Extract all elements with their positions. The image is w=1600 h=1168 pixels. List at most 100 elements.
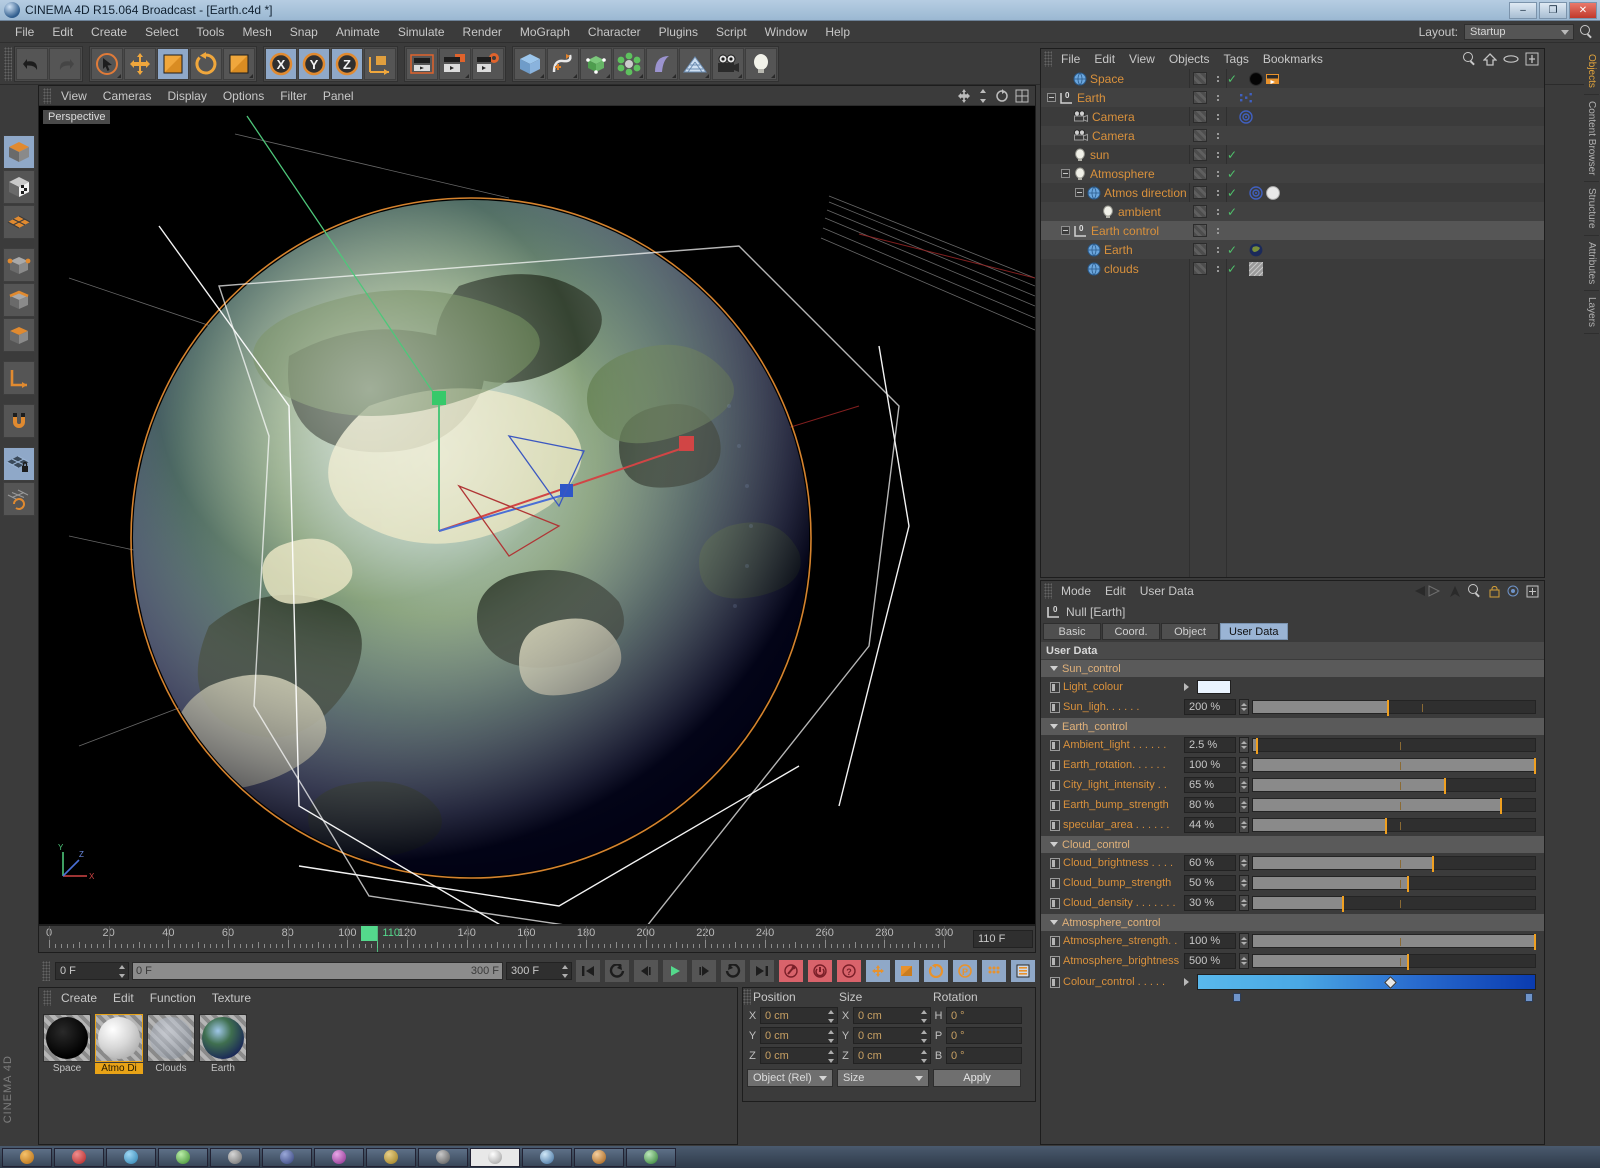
minimize-button[interactable]: – bbox=[1509, 1, 1537, 19]
gradient-stop[interactable] bbox=[1524, 993, 1533, 1002]
enable-checkmark[interactable]: ✓ bbox=[1227, 243, 1237, 257]
maximize-view-icon[interactable] bbox=[1015, 89, 1029, 103]
parameter-spinner[interactable] bbox=[1239, 817, 1249, 833]
position-field[interactable]: 0 cm bbox=[760, 1027, 838, 1044]
layer-color-cell[interactable] bbox=[1193, 224, 1207, 237]
visibility-dots[interactable] bbox=[1213, 246, 1223, 253]
menu-item-file[interactable]: File bbox=[6, 22, 43, 42]
parameter-spinner[interactable] bbox=[1239, 895, 1249, 911]
object-name[interactable]: Earth bbox=[1104, 243, 1133, 257]
object-name[interactable]: Atmosphere bbox=[1090, 167, 1155, 181]
object-manager-grip[interactable] bbox=[1044, 51, 1052, 67]
slider-knob[interactable] bbox=[1407, 954, 1410, 970]
visibility-dots[interactable] bbox=[1213, 113, 1223, 120]
viewport-menu-cameras[interactable]: Cameras bbox=[95, 87, 160, 105]
object-menu-tags[interactable]: Tags bbox=[1217, 50, 1256, 68]
attributes-menu-edit[interactable]: Edit bbox=[1098, 582, 1133, 600]
material-item[interactable]: Earth bbox=[199, 1014, 247, 1074]
right-tab-structure[interactable]: Structure bbox=[1584, 182, 1599, 236]
parameter-value-field[interactable]: 500 % bbox=[1184, 953, 1236, 969]
play-button[interactable] bbox=[662, 959, 688, 983]
coordinates-grip[interactable] bbox=[743, 989, 751, 1005]
menu-item-script[interactable]: Script bbox=[707, 22, 756, 42]
slider-knob[interactable] bbox=[1256, 738, 1259, 754]
enable-checkmark[interactable]: ✓ bbox=[1227, 186, 1237, 200]
layer-color-cell[interactable] bbox=[1193, 110, 1207, 123]
object-row[interactable]: 0 Earth control bbox=[1041, 221, 1544, 240]
menu-item-snap[interactable]: Snap bbox=[281, 22, 327, 42]
layer-color-cell[interactable] bbox=[1193, 243, 1207, 256]
target-tag-icon[interactable] bbox=[1249, 185, 1263, 200]
gradient-bar[interactable] bbox=[1197, 974, 1536, 990]
menu-item-select[interactable]: Select bbox=[136, 22, 187, 42]
visibility-dots[interactable] bbox=[1213, 151, 1223, 158]
point-mode-icon[interactable] bbox=[3, 248, 35, 282]
object-menu-objects[interactable]: Objects bbox=[1162, 50, 1217, 68]
document-end-field[interactable]: 300 F bbox=[506, 962, 572, 980]
layer-color-cell[interactable] bbox=[1193, 72, 1207, 85]
scale-tool-button[interactable] bbox=[157, 47, 189, 80]
menu-item-mograph[interactable]: MoGraph bbox=[511, 22, 579, 42]
gradient-knob[interactable] bbox=[1384, 976, 1397, 989]
slider-knob[interactable] bbox=[1407, 876, 1410, 892]
undo-button[interactable] bbox=[16, 47, 48, 80]
up-arrow-icon[interactable] bbox=[1449, 585, 1461, 598]
layer-color-cell[interactable] bbox=[1193, 91, 1207, 104]
parameter-slider[interactable] bbox=[1252, 738, 1536, 754]
viewport-canvas[interactable]: Perspective Y X Z bbox=[39, 106, 1035, 924]
right-tab-objects[interactable]: Objects bbox=[1584, 48, 1599, 95]
axis-mode-icon[interactable] bbox=[3, 361, 35, 395]
material-menu-function[interactable]: Function bbox=[142, 989, 204, 1007]
keyframe-selection-button[interactable]: ? bbox=[836, 959, 862, 983]
taskbar-item[interactable] bbox=[366, 1147, 416, 1167]
visibility-dots[interactable] bbox=[1213, 132, 1223, 139]
parameter-slider[interactable] bbox=[1252, 758, 1536, 774]
parameter-value-field[interactable]: 50 % bbox=[1184, 875, 1236, 891]
material-menu-edit[interactable]: Edit bbox=[105, 989, 142, 1007]
timeline-playhead[interactable] bbox=[361, 926, 378, 941]
render-settings-button[interactable] bbox=[472, 47, 504, 80]
frame-readout-field[interactable]: 110 F bbox=[973, 930, 1033, 948]
attributes-tab-object[interactable]: Object bbox=[1161, 623, 1219, 640]
render-region-button[interactable] bbox=[439, 47, 471, 80]
key-parameter-button[interactable]: P bbox=[952, 959, 978, 983]
rotate-view-icon[interactable] bbox=[995, 88, 1009, 103]
lock-icon[interactable] bbox=[1489, 585, 1500, 598]
material-thumbnail[interactable] bbox=[147, 1014, 195, 1062]
parameter-spinner[interactable] bbox=[1239, 737, 1249, 753]
parameter-slider[interactable] bbox=[1252, 876, 1536, 892]
object-name[interactable]: Space bbox=[1090, 72, 1124, 86]
timeline-toggle-button[interactable] bbox=[1010, 959, 1036, 983]
add-spline-button[interactable] bbox=[547, 47, 579, 80]
layer-color-cell[interactable] bbox=[1193, 148, 1207, 161]
object-menu-file[interactable]: File bbox=[1054, 50, 1087, 68]
visibility-dots[interactable] bbox=[1213, 189, 1223, 196]
taskbar-item[interactable] bbox=[210, 1147, 260, 1167]
layer-color-cell[interactable] bbox=[1193, 186, 1207, 199]
autokeying-button[interactable] bbox=[807, 959, 833, 983]
previous-key-button[interactable] bbox=[604, 959, 630, 983]
slider-knob[interactable] bbox=[1534, 934, 1536, 950]
taskbar-item[interactable] bbox=[262, 1147, 312, 1167]
material-thumbnail[interactable] bbox=[199, 1014, 247, 1062]
material-item[interactable]: Atmo Di bbox=[95, 1014, 143, 1074]
enable-checkmark[interactable]: ✓ bbox=[1227, 72, 1237, 86]
taskbar-item[interactable] bbox=[106, 1147, 156, 1167]
coordinate-mode-select[interactable]: Object (Rel) bbox=[747, 1069, 833, 1087]
parameter-value-field[interactable]: 44 % bbox=[1184, 817, 1236, 833]
taskbar-item[interactable] bbox=[314, 1147, 364, 1167]
layer-color-cell[interactable] bbox=[1193, 167, 1207, 180]
visibility-dots[interactable] bbox=[1213, 265, 1223, 272]
xpresso-tag-icon[interactable] bbox=[1239, 91, 1253, 105]
object-name[interactable]: Camera bbox=[1092, 110, 1135, 124]
key-position-button[interactable] bbox=[865, 959, 891, 983]
size-field[interactable]: 0 cm bbox=[853, 1047, 931, 1064]
expander-toggle[interactable] bbox=[1061, 226, 1070, 235]
menu-item-tools[interactable]: Tools bbox=[187, 22, 233, 42]
taskbar-item[interactable] bbox=[418, 1147, 468, 1167]
material-manager-grip[interactable] bbox=[43, 990, 51, 1006]
parameter-value-field[interactable]: 100 % bbox=[1184, 757, 1236, 773]
parameter-slider[interactable] bbox=[1252, 798, 1536, 814]
size-field[interactable]: 0 cm bbox=[853, 1027, 931, 1044]
material-menu-texture[interactable]: Texture bbox=[204, 989, 259, 1007]
